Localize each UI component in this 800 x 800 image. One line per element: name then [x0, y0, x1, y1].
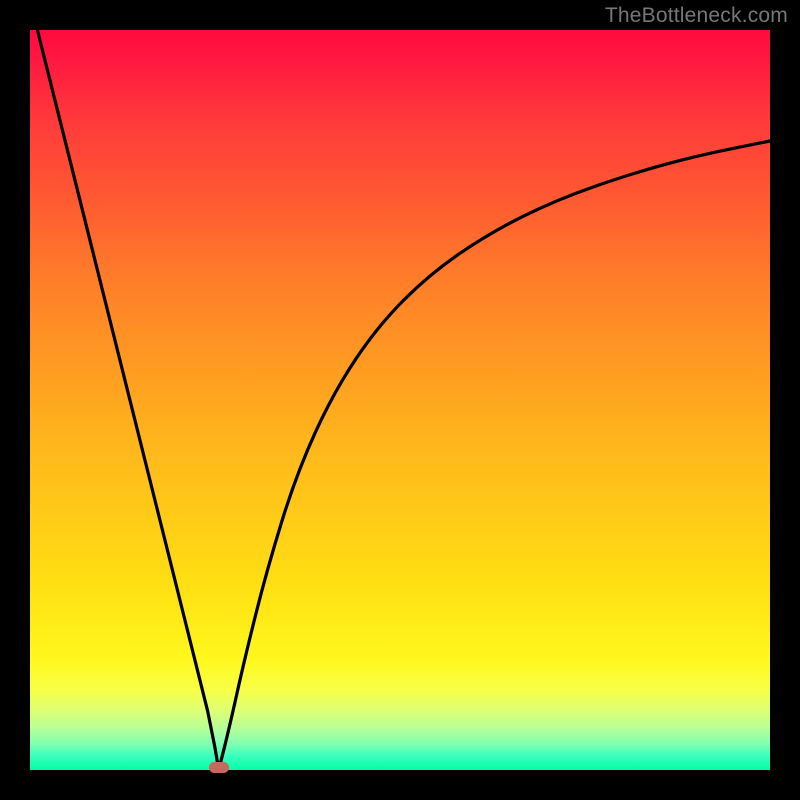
curve-path	[37, 30, 770, 770]
optimum-marker	[209, 762, 229, 773]
bottleneck-curve	[30, 30, 770, 770]
chart-frame: TheBottleneck.com	[0, 0, 800, 800]
watermark-text: TheBottleneck.com	[605, 4, 788, 28]
